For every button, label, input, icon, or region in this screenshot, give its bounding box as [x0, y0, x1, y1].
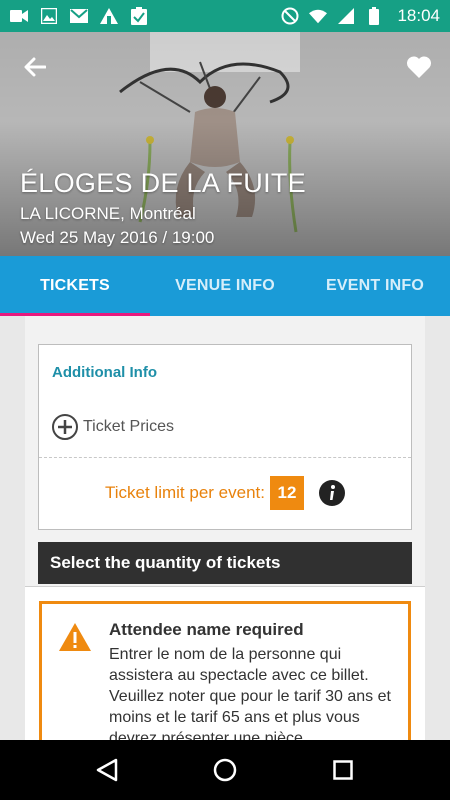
- image-icon: [40, 7, 58, 25]
- nav-home-button[interactable]: [205, 750, 245, 790]
- event-venue: LA LICORNE, Montréal: [20, 204, 196, 223]
- event-date: Wed 25 May 2016 / 19:00: [20, 228, 215, 247]
- tab-bar: TICKETS VENUE INFO EVENT INFO: [0, 256, 450, 316]
- additional-info-card: Additional Info Ticket Prices Ticket lim…: [38, 344, 412, 530]
- event-title: ÉLOGES DE LA FUITE: [20, 168, 306, 198]
- attendee-panel: Attendee name required Entrer le nom de …: [25, 586, 425, 761]
- gmail-icon: [70, 7, 88, 25]
- favorite-button[interactable]: [404, 52, 434, 82]
- app-icon: [100, 7, 118, 25]
- attendee-warning-text: Entrer le nom de la personne qui assiste…: [109, 646, 391, 747]
- arrow-left-icon: [24, 57, 46, 77]
- warning-icon: [59, 623, 91, 651]
- video-icon: [10, 7, 28, 25]
- ticket-prices-toggle[interactable]: Ticket Prices: [51, 413, 174, 441]
- status-right-icons: 18:04: [281, 6, 440, 26]
- ticket-prices-label: Ticket Prices: [83, 418, 174, 435]
- status-left-icons: [10, 7, 148, 25]
- event-hero: ÉLOGES DE LA FUITE LA LICORNE, Montréal …: [0, 32, 450, 256]
- info-icon[interactable]: [318, 480, 345, 506]
- system-nav-bar: [0, 740, 450, 800]
- heart-icon: [406, 56, 432, 78]
- quantity-header-label: Select the quantity of tickets: [50, 553, 281, 572]
- nav-back-button[interactable]: [87, 750, 127, 790]
- nav-recents-button[interactable]: [323, 750, 363, 790]
- quantity-section-header: Select the quantity of tickets: [38, 542, 412, 584]
- tab-venue-info[interactable]: VENUE INFO: [150, 256, 300, 316]
- status-time: 18:04: [397, 6, 440, 25]
- recents-square-icon: [333, 760, 353, 780]
- attendee-warning-title: Attendee name required: [109, 620, 304, 639]
- plus-circle-icon: [52, 414, 78, 440]
- back-triangle-icon: [96, 758, 118, 782]
- ticket-limit-row: Ticket limit per event: 12: [39, 476, 411, 510]
- clipboard-check-icon: [130, 7, 148, 25]
- divider: [39, 457, 411, 458]
- battery-icon: [365, 7, 383, 25]
- attendee-warning-box: Attendee name required Entrer le nom de …: [39, 601, 411, 761]
- tab-event-info[interactable]: EVENT INFO: [300, 256, 450, 316]
- additional-info-title: Additional Info: [52, 364, 157, 381]
- tab-tickets[interactable]: TICKETS: [0, 256, 150, 316]
- back-button[interactable]: [20, 52, 50, 82]
- status-bar: 18:04: [0, 0, 450, 32]
- wifi-icon: [309, 7, 328, 25]
- signal-icon: [337, 7, 355, 25]
- ticket-limit-label: Ticket limit per event:: [105, 483, 265, 502]
- ticket-limit-badge: 12: [269, 476, 304, 510]
- do-not-disturb-icon: [281, 7, 299, 25]
- tickets-content: Additional Info Ticket Prices Ticket lim…: [25, 316, 425, 761]
- home-circle-icon: [213, 758, 237, 782]
